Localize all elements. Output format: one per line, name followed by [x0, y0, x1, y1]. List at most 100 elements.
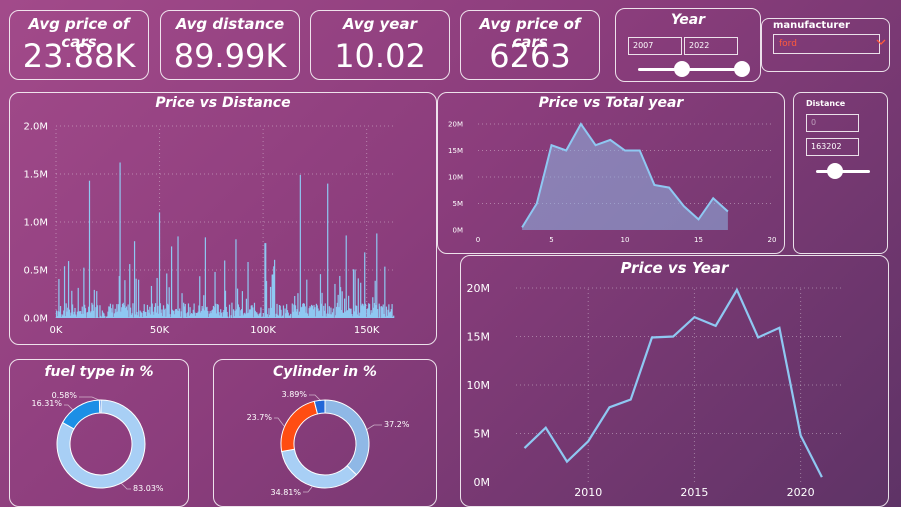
price-bar	[327, 183, 329, 318]
price-bar	[168, 287, 170, 318]
y-tick-label: 5M	[474, 427, 491, 440]
price-bar	[204, 237, 206, 318]
x-tick-label: 0K	[50, 325, 63, 336]
kpi-card-avg-year[interactable]: Avg year 10.02	[310, 10, 450, 80]
kpi-value: 23.88K	[22, 37, 136, 75]
y-tick-label: 15M	[467, 330, 491, 343]
price-bar	[299, 174, 301, 318]
price-bar	[357, 278, 359, 318]
kpi-title: Avg distance	[175, 15, 285, 33]
x-tick-label: 10	[621, 236, 630, 244]
price-bar	[96, 305, 99, 318]
price-bar	[170, 246, 173, 318]
distance-slider-handle[interactable]	[826, 163, 843, 179]
distance-max-input[interactable]: 163202	[806, 138, 859, 156]
slice-label: 0.58%	[52, 391, 78, 400]
price-bar	[384, 266, 386, 318]
distance-slider-track[interactable]	[816, 170, 870, 173]
kpi-value: 10.02	[334, 37, 426, 75]
manufacturer-slicer-title: manufacturer	[773, 20, 850, 31]
kpi-card-avg-price[interactable]: Avg price of cars 23.88K	[9, 10, 149, 80]
price-bar	[235, 239, 237, 318]
price-bar	[158, 212, 161, 318]
slice-label: 23.7%	[247, 413, 273, 422]
kpi-value: 89.99K	[173, 37, 287, 75]
price-bar	[332, 308, 334, 318]
manufacturer-slicer: manufacturer ford	[761, 18, 890, 72]
price-bar	[306, 279, 308, 318]
price-bar	[265, 280, 268, 318]
donut-slice	[61, 399, 101, 430]
manufacturer-dropdown[interactable]: ford	[773, 34, 886, 54]
price-bar	[67, 261, 70, 318]
kpi-card-avg-distance[interactable]: Avg distance 89.99K	[160, 10, 300, 80]
area-fill	[522, 124, 728, 230]
price-bar	[297, 293, 299, 318]
year-end-input[interactable]: 2022	[684, 37, 738, 55]
price-bar	[247, 261, 249, 318]
price-vs-year-plot: 0M 5M 10M 15M 20M 2010 2015 2020	[467, 282, 841, 499]
x-tick-label: 5	[549, 236, 553, 244]
x-tick-label: 100K	[250, 325, 276, 336]
price-vs-distance-chart: Price vs Distance 0.0M 0.5M 1.0M 1.5M 2.0M 0K…	[9, 92, 437, 345]
price-bar	[228, 304, 231, 318]
year-slider-track[interactable]	[638, 68, 742, 71]
price-bar	[179, 308, 181, 318]
price-vs-total-year-plot: 0M 5M 10M 15M 20M 0 5 10 15 20	[448, 120, 777, 244]
price-bar	[119, 162, 121, 318]
leader-line	[120, 482, 131, 490]
donut-slice	[324, 399, 370, 476]
y-tick-label: 1.0M	[23, 218, 48, 229]
kpi-card-avg-price-2[interactable]: Avg price of cars 6263	[460, 10, 600, 80]
y-tick-label: 15M	[448, 147, 463, 155]
donut-slice	[281, 448, 358, 489]
price-line	[523, 287, 823, 478]
price-bar	[324, 303, 326, 318]
price-bar	[164, 308, 166, 318]
x-tick-label: 15	[694, 236, 703, 244]
price-bar	[273, 259, 276, 318]
x-tick-label: 2015	[680, 486, 708, 499]
year-slider-start-handle[interactable]	[673, 61, 690, 77]
fuel-type-donut: 83.03% 16.31%0.58%	[31, 391, 164, 493]
distance-min-input[interactable]: 0	[806, 114, 859, 132]
y-tick-label: 2.0M	[23, 122, 48, 133]
cylinder-chart: Cylinder in % 37.2% 34.81% 23.7% 3.89%	[213, 359, 437, 507]
year-slicer: Year 2007 2022	[615, 8, 761, 82]
x-tick-label: 150K	[354, 325, 380, 336]
x-tick-label: 0	[476, 236, 480, 244]
year-start-input[interactable]: 2007	[628, 37, 682, 55]
x-tick-label: 2020	[787, 486, 815, 499]
price-bar	[227, 316, 229, 318]
cylinder-donut: 37.2% 34.81% 23.7% 3.89%	[247, 390, 410, 497]
price-bar	[241, 291, 244, 318]
leader-line	[274, 417, 285, 427]
year-slicer-title: Year	[670, 12, 706, 28]
price-bar	[314, 307, 316, 318]
price-bar	[393, 315, 395, 318]
kpi-value: 6263	[489, 37, 571, 75]
price-bar	[321, 292, 323, 318]
slice-label: 34.81%	[270, 488, 301, 497]
x-tick-label: 50K	[150, 325, 170, 336]
slice-label: 83.03%	[133, 484, 164, 493]
year-slider-end-handle[interactable]	[734, 61, 750, 77]
price-bar	[345, 235, 347, 318]
price-bar	[199, 276, 201, 318]
price-bar	[290, 313, 292, 318]
y-tick-label: 0.0M	[23, 314, 48, 325]
price-bar	[334, 283, 336, 318]
y-tick-label: 1.5M	[23, 170, 48, 181]
y-tick-label: 5M	[453, 200, 464, 208]
x-tick-label: 20	[768, 236, 777, 244]
price-bar	[127, 304, 129, 318]
price-bar	[63, 266, 66, 318]
fuel-type-chart: fuel type in % 83.03% 16.31% 0.58%	[9, 359, 189, 507]
price-bar	[379, 306, 381, 318]
distance-slicer: Distance 0 163202	[793, 92, 888, 254]
price-bar	[132, 303, 134, 318]
leader-line	[303, 486, 313, 493]
price-bar	[93, 289, 95, 318]
leader-line	[64, 404, 74, 411]
y-tick-label: 0.5M	[23, 266, 48, 277]
